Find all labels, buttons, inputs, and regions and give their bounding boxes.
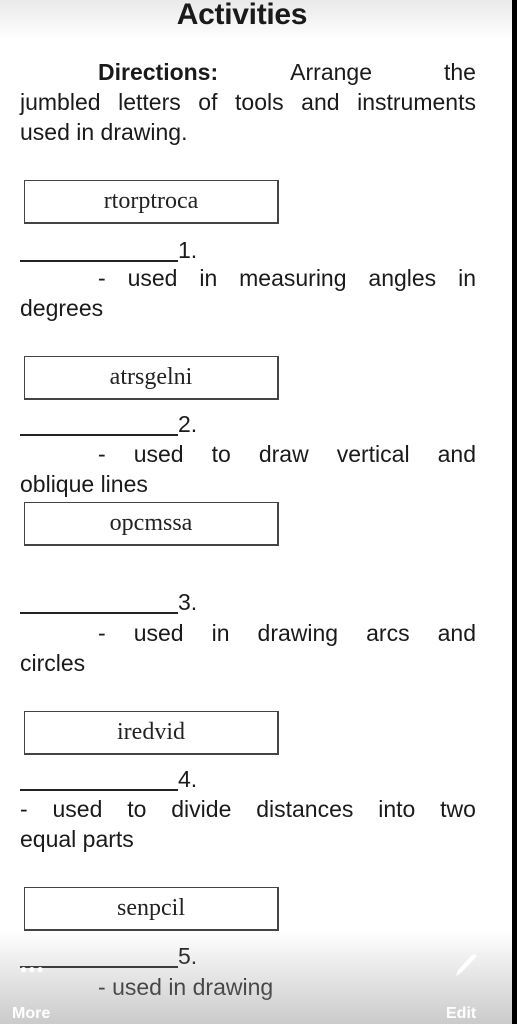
desc-word: - xyxy=(20,796,28,822)
desc-line2: degrees xyxy=(20,295,104,321)
answer-line-1[interactable]: 1. xyxy=(20,236,197,264)
jumbled-word-box-3: opcmssa xyxy=(24,502,279,546)
pencil-icon[interactable] xyxy=(450,950,480,980)
desc-word: and xyxy=(437,441,476,467)
desc-word: used xyxy=(127,265,178,291)
answer-blank[interactable] xyxy=(20,612,178,614)
desc-word: arcs xyxy=(366,620,410,646)
bottom-toolbar xyxy=(0,930,512,1024)
answer-blank[interactable] xyxy=(20,434,178,436)
item-description-1: - used in measuring angles in degrees xyxy=(20,263,476,323)
desc-line2: circles xyxy=(20,650,86,676)
directions-word: the xyxy=(444,59,476,85)
desc-word: - xyxy=(98,620,106,646)
item-number: 2. xyxy=(178,411,198,437)
directions-paragraph: Directions: Arrange the jumbled letters … xyxy=(20,57,476,147)
edit-button[interactable]: Edit xyxy=(446,1005,476,1023)
screen-edge xyxy=(512,0,517,1024)
desc-word: in xyxy=(199,265,218,291)
desc-word: in xyxy=(211,620,230,646)
jumbled-word-box-1: rtorptroca xyxy=(24,180,279,224)
desc-word: drawing xyxy=(257,620,339,646)
desc-word: - xyxy=(98,265,106,291)
answer-line-2[interactable]: 2. xyxy=(20,410,197,438)
item-number: 1. xyxy=(178,237,198,263)
desc-word: into xyxy=(378,796,416,822)
answer-blank[interactable] xyxy=(20,789,178,791)
desc-word: divide xyxy=(171,796,232,822)
item-description-2: - used to draw vertical and oblique line… xyxy=(20,439,476,499)
desc-word: used xyxy=(133,620,184,646)
jumbled-word-box-5: senpcil xyxy=(24,887,279,931)
item-description-3: - used in drawing arcs and circles xyxy=(20,618,476,678)
directions-label: Directions: xyxy=(98,59,219,85)
desc-line2: oblique lines xyxy=(20,471,148,497)
directions-text: jumbled letters of tools and instruments… xyxy=(20,89,476,145)
desc-line2: equal parts xyxy=(20,826,134,852)
item-description-4: - used to divide distances into two equa… xyxy=(20,794,476,854)
ellipsis-icon[interactable]: ●●● xyxy=(20,962,45,976)
more-button[interactable]: More xyxy=(12,1005,50,1023)
desc-word: and xyxy=(437,620,476,646)
item-number: 3. xyxy=(178,589,198,615)
desc-word: draw xyxy=(258,441,309,467)
jumbled-word-box-4: iredvid xyxy=(24,711,279,755)
desc-word: - xyxy=(98,441,106,467)
page-title: Activities xyxy=(176,0,308,31)
desc-word: distances xyxy=(256,796,354,822)
jumbled-word-box-2: atrsgelni xyxy=(24,356,279,400)
answer-blank[interactable] xyxy=(20,260,178,262)
directions-word: Arrange xyxy=(290,59,372,85)
answer-line-4[interactable]: 4. xyxy=(20,765,197,793)
item-number: 4. xyxy=(178,766,198,792)
answer-line-3[interactable]: 3. xyxy=(20,588,197,616)
desc-word: angles xyxy=(368,265,437,291)
desc-word: vertical xyxy=(336,441,410,467)
desc-word: to xyxy=(127,796,147,822)
desc-word: in xyxy=(458,265,476,291)
desc-word: to xyxy=(211,441,231,467)
document-page: Activities Directions: Arrange the jumbl… xyxy=(0,0,512,1024)
desc-word: used xyxy=(133,441,184,467)
desc-word: two xyxy=(440,796,476,822)
desc-word: measuring xyxy=(239,265,347,291)
desc-word: used xyxy=(52,796,103,822)
